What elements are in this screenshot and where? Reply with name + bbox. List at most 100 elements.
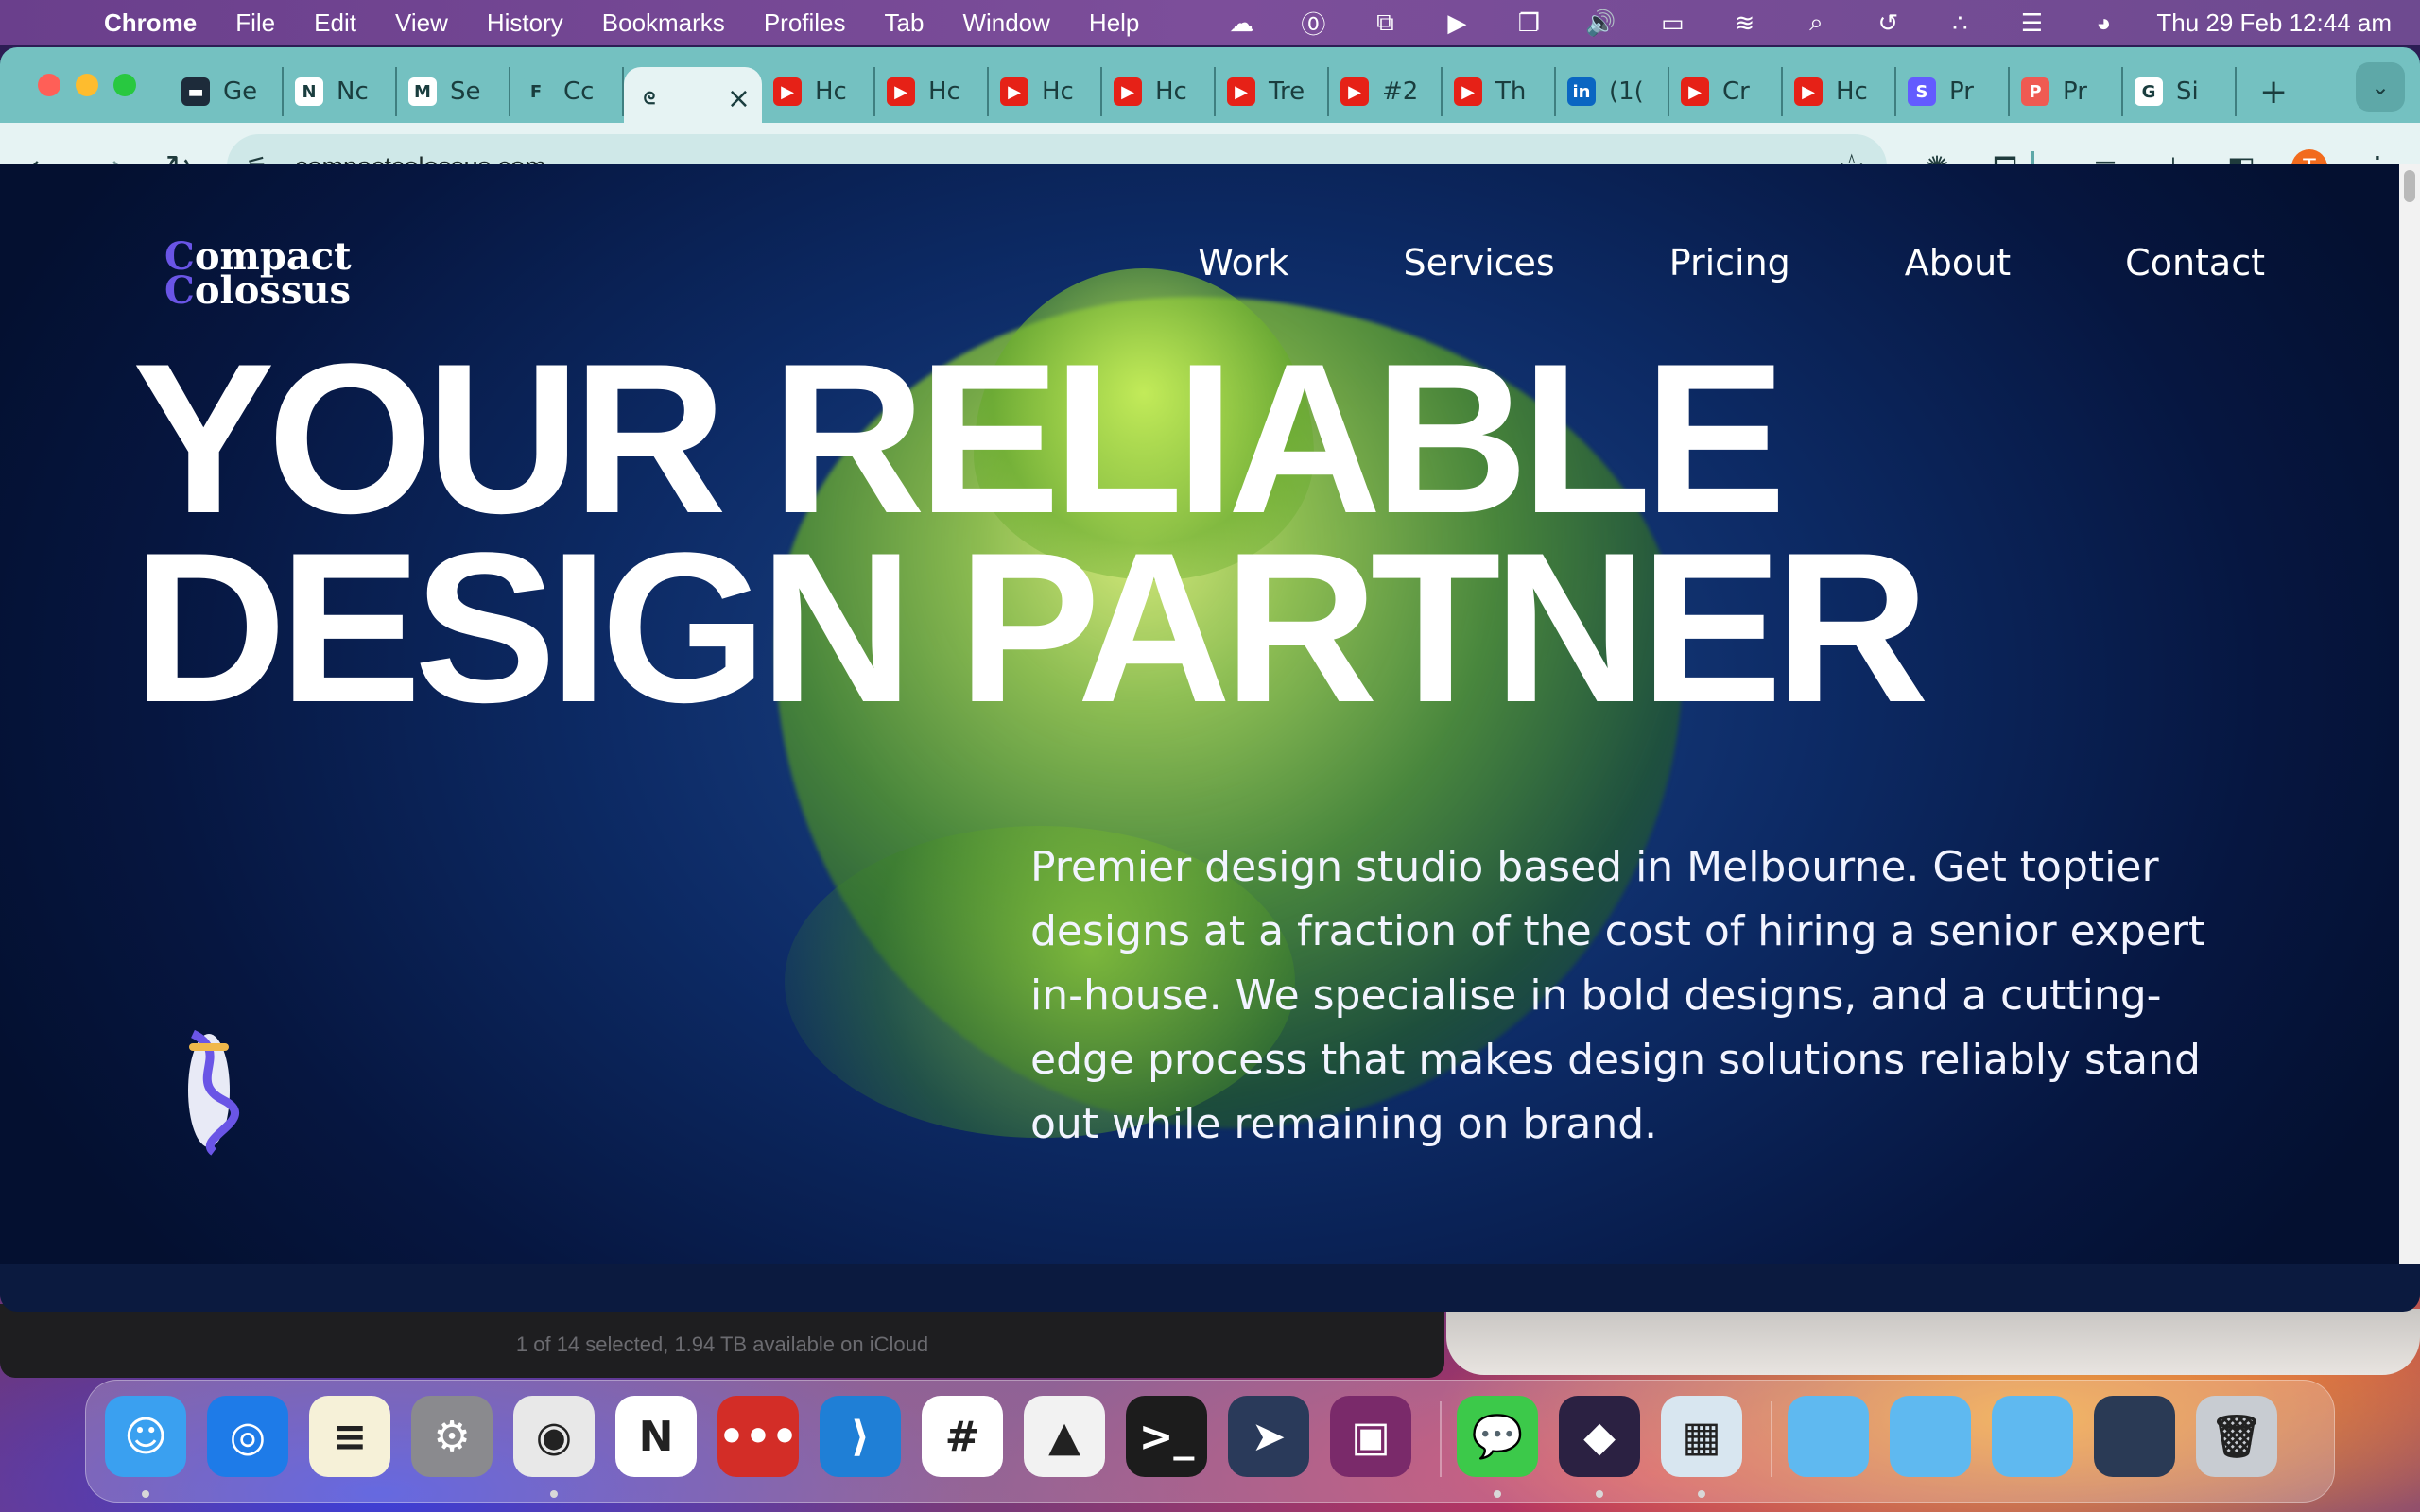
dock-separator (1771, 1401, 1772, 1477)
dock-folder-2-icon[interactable] (1890, 1396, 1971, 1477)
menu-app-name[interactable]: Chrome (104, 9, 197, 38)
dock-vscode-icon[interactable]: ⟩ (820, 1396, 901, 1477)
nav-services[interactable]: Services (1403, 242, 1554, 284)
control-center-icon[interactable]: ☰ (2013, 4, 2050, 42)
site-logo[interactable]: Compact Colossus (164, 238, 391, 310)
dock-running-indicator (1698, 1490, 1705, 1498)
dock-system-settings-icon[interactable]: ⚙ (411, 1396, 493, 1477)
tab[interactable]: ▬ Ge (170, 67, 284, 116)
tab-favicon-icon: ▶ (773, 77, 802, 106)
menu-window[interactable]: Window (962, 9, 1049, 38)
menu-file[interactable]: File (235, 9, 275, 38)
dock-preview-icon[interactable]: ▦ (1661, 1396, 1742, 1477)
dock-screen-app-icon[interactable]: ▣ (1330, 1396, 1411, 1477)
dock-finder-icon[interactable]: ☺ (105, 1396, 186, 1477)
tab-favicon-icon: ▶ (1794, 77, 1823, 106)
tab-favicon-icon: ▶ (1114, 77, 1142, 106)
dock-obsidian-icon[interactable]: ◆ (1559, 1396, 1640, 1477)
site-nav: Work Services Pricing About Contact (1083, 242, 2265, 284)
dock-trash-icon[interactable]: 🗑 (2196, 1396, 2277, 1477)
tab-favicon-icon: ▬ (182, 77, 210, 106)
menu-profiles[interactable]: Profiles (764, 9, 846, 38)
tab-title: Cr (1722, 77, 1750, 106)
tab-search-button[interactable]: ⌄ (2356, 62, 2405, 112)
tab[interactable]: S Pr (1896, 67, 2010, 116)
siri-icon[interactable]: ◕ (2084, 4, 2122, 42)
dock-chrome-icon[interactable]: ◉ (513, 1396, 595, 1477)
volume-icon[interactable]: 🔊 (1582, 4, 1619, 42)
onepassword-icon[interactable]: ⓪ (1294, 4, 1332, 42)
tab[interactable]: ▶ Cr (1669, 67, 1783, 116)
tab-close-icon[interactable]: × (727, 82, 751, 115)
dock-notes-icon[interactable]: ≡ (309, 1396, 390, 1477)
tab[interactable]: ▶ Tre (1216, 67, 1329, 116)
dock-folder-1-icon[interactable] (1788, 1396, 1869, 1477)
nav-pricing[interactable]: Pricing (1669, 242, 1790, 284)
tab[interactable]: in (1( (1556, 67, 1669, 116)
menu-tab[interactable]: Tab (885, 9, 925, 38)
menu-clock[interactable]: Thu 29 Feb 12:44 am (2156, 9, 2392, 38)
creative-cloud-icon[interactable]: ☁ (1222, 4, 1260, 42)
dock-running-indicator (1494, 1490, 1501, 1498)
tab[interactable]: G Si (2123, 67, 2237, 116)
menu-view[interactable]: View (395, 9, 448, 38)
tab-favicon-icon: S (1908, 77, 1936, 106)
dock: ☺ ◎ ≡ ⚙ ◉ N ••• ⟩ # ▲ >_ ➤ ▣ 💬 ◆ ▦ 🗑 (85, 1380, 2335, 1503)
tab[interactable]: P Pr (2010, 67, 2123, 116)
tab-favicon-icon: G (2135, 77, 2163, 106)
mascot-illustration (188, 1029, 239, 1156)
page-scrollbar[interactable] (2399, 164, 2420, 1264)
tab-title: Se (450, 77, 481, 106)
dock-safari-icon[interactable]: ◎ (207, 1396, 288, 1477)
window-icon[interactable]: ❐ (1510, 4, 1547, 42)
spotlight-search-icon[interactable]: ⌕ (1797, 4, 1835, 42)
tab-active[interactable]: ᘓ × (624, 67, 762, 129)
dots-icon[interactable]: ∴ (1941, 4, 1979, 42)
play-icon[interactable]: ▶ (1438, 4, 1476, 42)
tab-title: Cc (563, 77, 595, 106)
tab[interactable]: F Cc (510, 67, 624, 116)
wifi-icon[interactable]: ≋ (1725, 4, 1763, 42)
battery-icon[interactable]: ▭ (1653, 4, 1691, 42)
tab[interactable]: ▶ Hc (762, 67, 875, 116)
minimize-window-button[interactable] (76, 74, 98, 96)
menu-bookmarks[interactable]: Bookmarks (602, 9, 725, 38)
tab[interactable]: ▶ Hc (1783, 67, 1896, 116)
tab-strip: ▬ Ge N Nc M Se F Cc ᘓ × ▶ Hc ▶ Hc ▶ Hc ▶ Hc ▶ Tre ▶ #2 ▶ Th in (1… (0, 47, 2420, 129)
hero-headline: YOUR RELIABLE DESIGN PARTNER (132, 332, 1929, 734)
dock-terminal-icon[interactable]: >_ (1126, 1396, 1207, 1477)
menu-edit[interactable]: Edit (314, 9, 356, 38)
zoom-window-button[interactable] (113, 74, 136, 96)
time-machine-icon[interactable]: ↺ (1869, 4, 1907, 42)
dock-downloads-stack-icon[interactable] (2094, 1396, 2175, 1477)
menu-history[interactable]: History (487, 9, 563, 38)
nav-contact[interactable]: Contact (2125, 242, 2265, 284)
nav-about[interactable]: About (1905, 242, 2011, 284)
tab[interactable]: N Nc (284, 67, 397, 116)
menu-bar-extras: ☁ ⓪ ⧉ ▶ ❐ 🔊 ▭ ≋ ⌕ ↺ ∴ ☰ ◕ Thu 29 Feb 12:… (1222, 0, 2420, 45)
nav-work[interactable]: Work (1198, 242, 1288, 284)
dock-messages-icon[interactable]: 💬 (1457, 1396, 1538, 1477)
background-surface (1446, 1309, 2420, 1375)
tab[interactable]: ▶ Th (1443, 67, 1556, 116)
new-tab-button[interactable]: + (2259, 73, 2288, 112)
dock-folder-3-icon[interactable] (1992, 1396, 2073, 1477)
menu-help[interactable]: Help (1089, 9, 1139, 38)
scrollbar-thumb[interactable] (2404, 170, 2415, 202)
close-window-button[interactable] (38, 74, 60, 96)
dock-lastpass-icon[interactable]: ••• (717, 1396, 799, 1477)
tab-title: Pr (2063, 77, 2087, 106)
hero-tagline: Premier design studio based in Melbourne… (1030, 843, 2205, 1148)
tab-list: ▬ Ge N Nc M Se F Cc ᘓ × ▶ Hc ▶ Hc ▶ Hc ▶ Hc ▶ Tre ▶ #2 ▶ Th in (1… (170, 60, 2288, 129)
dock-notion-icon[interactable]: N (615, 1396, 697, 1477)
screen-mirror-icon[interactable]: ⧉ (1366, 4, 1404, 42)
dock-google-drive-icon[interactable]: ▲ (1024, 1396, 1105, 1477)
tab[interactable]: M Se (397, 67, 510, 116)
dock-slack-icon[interactable]: # (922, 1396, 1003, 1477)
tab[interactable]: ▶ Hc (989, 67, 1102, 116)
tab[interactable]: ▶ Hc (1102, 67, 1216, 116)
tab[interactable]: ▶ #2 (1329, 67, 1443, 116)
dock-send-app-icon[interactable]: ➤ (1228, 1396, 1309, 1477)
tab[interactable]: ▶ Hc (875, 67, 989, 116)
tab-favicon-icon: F (522, 77, 550, 106)
